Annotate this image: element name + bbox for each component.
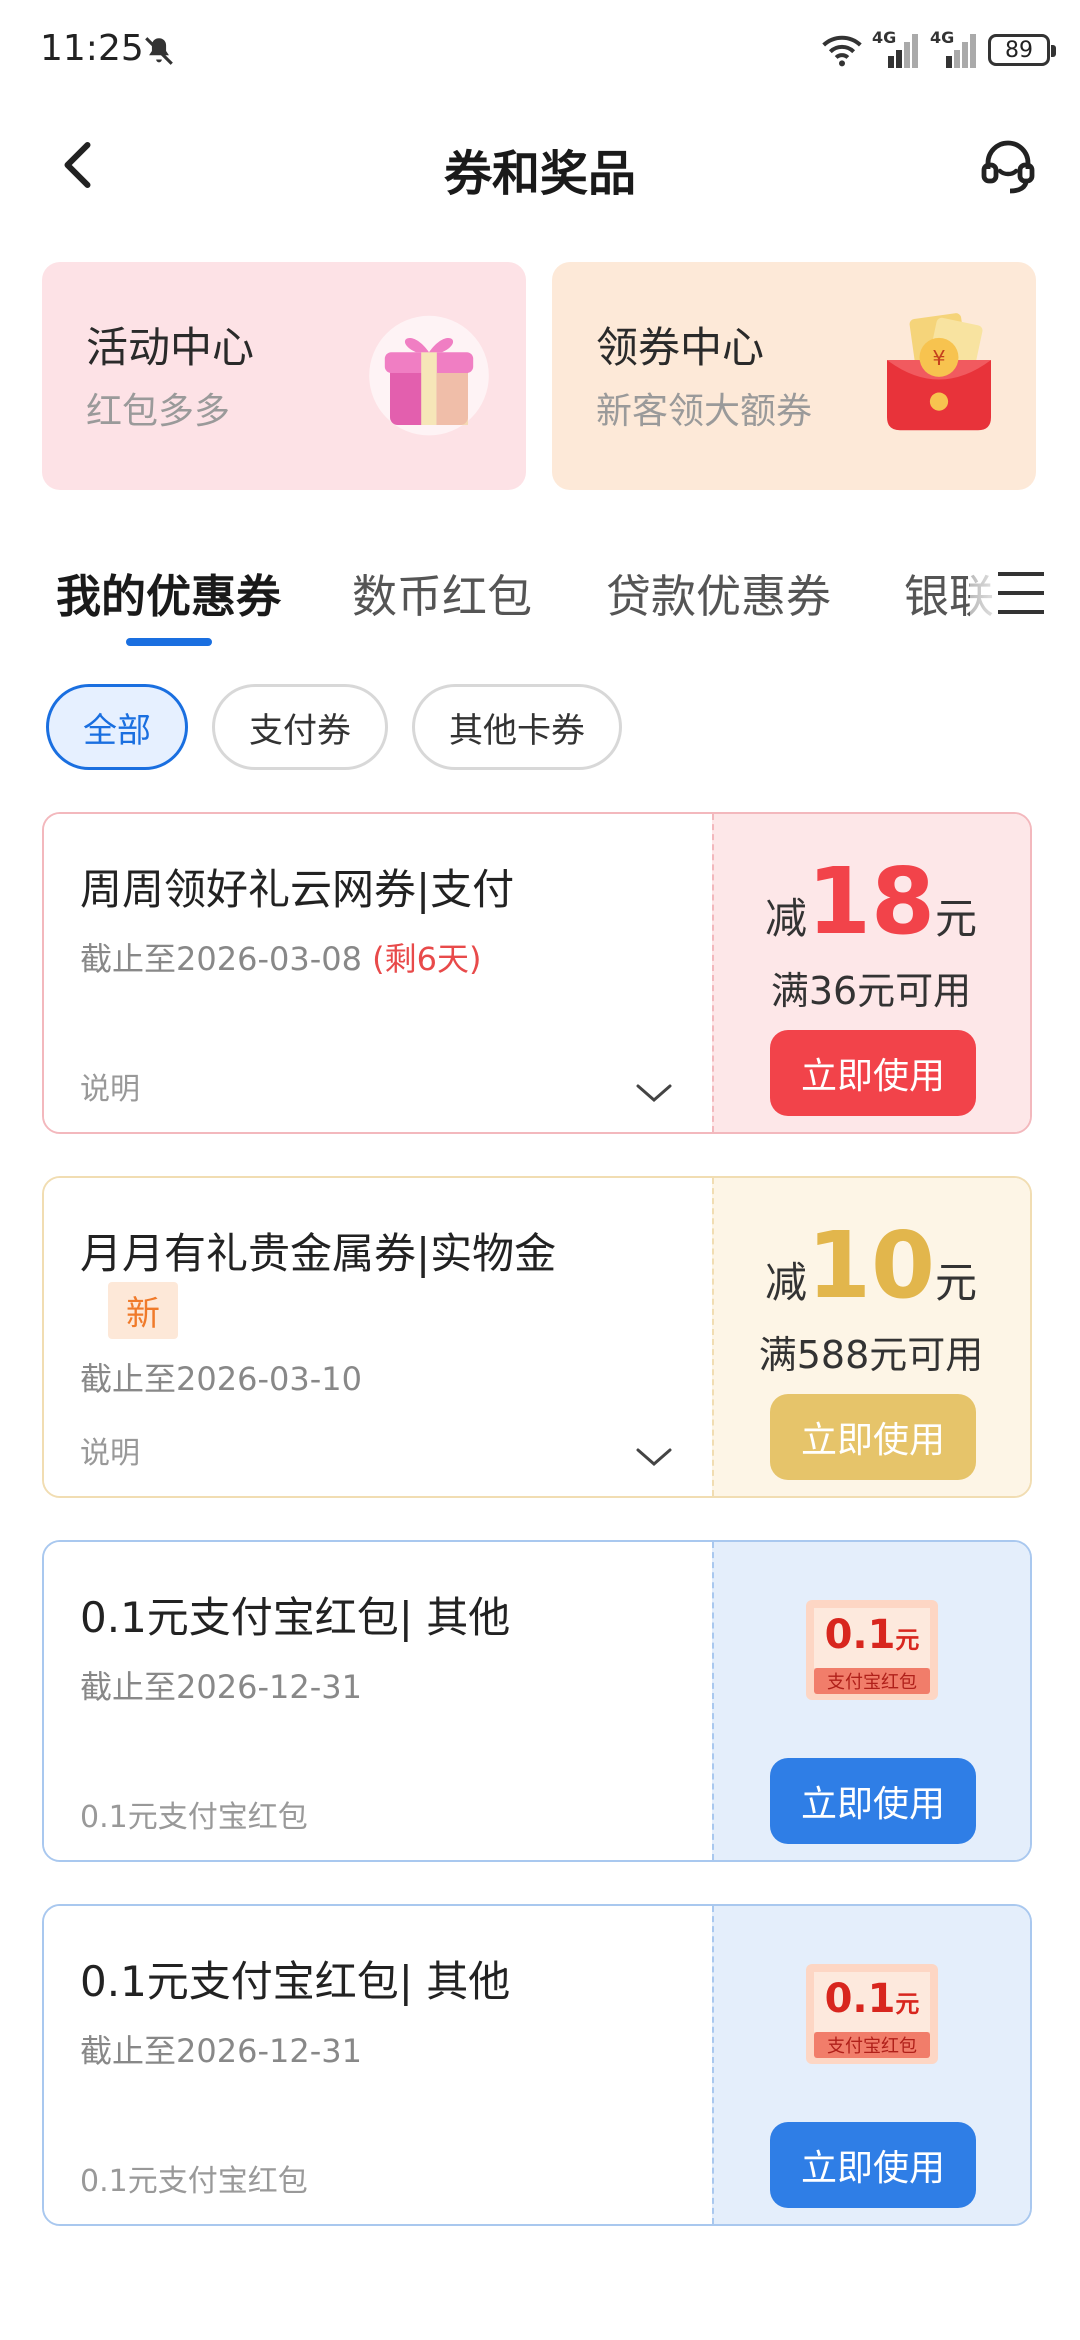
red-packet-label: 支付宝红包: [827, 1672, 917, 1693]
filter-other-card-coupons[interactable]: 其他卡券: [412, 684, 622, 770]
coupon-value-panel: 减18元 满36元可用 立即使用: [712, 814, 1030, 1132]
active-tab-indicator: [126, 638, 212, 646]
coupon-divider: [712, 814, 714, 1132]
red-packet-value: 0.1: [824, 1976, 896, 2022]
filter-payment-coupons[interactable]: 支付券: [212, 684, 388, 770]
coupon-title: 0.1元支付宝红包| 其他: [80, 1957, 511, 2006]
coupon-expiry-date: 截止至2026-03-10: [80, 1360, 362, 1398]
coupon-description: 0.1元支付宝红包: [80, 1800, 308, 1835]
activity-center-card[interactable]: 活动中心 红包多多: [42, 262, 526, 490]
coupon-title: 月月有礼贵金属券|实物金: [80, 1229, 557, 1278]
use-now-button[interactable]: 立即使用: [770, 1394, 976, 1480]
red-packet-unit: 元: [895, 1990, 920, 2018]
activity-center-title: 活动中心: [86, 323, 255, 372]
coupon-value-panel: 0.1元 支付宝红包 立即使用: [712, 1542, 1030, 1860]
customer-service-icon[interactable]: [976, 135, 1040, 199]
battery-icon: 89: [988, 34, 1056, 66]
chevron-down-icon[interactable]: [634, 1080, 674, 1106]
alipay-red-packet-badge: 0.1元 支付宝红包: [804, 1962, 940, 2066]
coupon-card[interactable]: 0.1元支付宝红包| 其他 截止至2026-12-31 0.1元支付宝红包 0.…: [42, 1904, 1032, 2226]
svg-text:¥: ¥: [932, 346, 945, 370]
battery-level: 89: [1005, 37, 1033, 63]
coupon-description-label[interactable]: 说明: [80, 1428, 140, 1472]
chevron-down-icon[interactable]: [634, 1444, 674, 1470]
filter-chips: 全部 支付券 其他卡券: [46, 684, 622, 770]
new-badge: 新: [108, 1282, 178, 1339]
tab-my-coupons[interactable]: 我的优惠券: [56, 560, 281, 625]
coupon-title: 周周领好礼云网券|支付: [80, 865, 515, 914]
cellular-signal-icon: 4G: [872, 28, 920, 68]
coupon-expiry-date: 截止至2026-03-08: [80, 940, 362, 978]
coupon-amount-prefix: 减: [764, 894, 807, 943]
coupon-expiry-date: 截止至2026-12-31: [80, 2032, 362, 2070]
coupon-condition: 满588元可用: [758, 1333, 984, 1377]
use-now-button[interactable]: 立即使用: [770, 1758, 976, 1844]
page-title: 券和奖品: [443, 146, 636, 202]
red-packet-unit: 元: [895, 1626, 920, 1654]
coupon-amount-value: 10: [806, 1212, 936, 1319]
gift-box-icon: [369, 315, 489, 436]
tab-menu-overlay: [970, 554, 1080, 634]
coupon-amount-unit: 元: [935, 894, 978, 943]
coupon-amount-prefix: 减: [764, 1258, 807, 1307]
coupon-card[interactable]: 周周领好礼云网券|支付 截止至2026-03-08 (剩6天) 说明 减18元 …: [42, 812, 1032, 1134]
coupon-amount-value: 18: [806, 848, 936, 955]
red-packet-label: 支付宝红包: [827, 2036, 917, 2057]
coupon-condition: 满36元可用: [770, 969, 972, 1013]
coupon-center-card[interactable]: 领券中心 新客领大额券 ¥: [552, 262, 1036, 490]
coupon-description-label[interactable]: 说明: [80, 1064, 140, 1108]
app-header: 券和奖品: [0, 110, 1080, 220]
coupon-info: 0.1元支付宝红包| 其他 截止至2026-12-31 0.1元支付宝红包: [44, 1906, 712, 2224]
tab-loan-coupons[interactable]: 贷款优惠券: [606, 560, 831, 625]
coupon-divider: [712, 1906, 714, 2224]
coupon-expiry-date: 截止至2026-12-31: [80, 1668, 362, 1706]
wifi-icon: [822, 35, 862, 67]
coupon-category-tabs: 我的优惠券 数币红包 贷款优惠券 银联: [0, 554, 1080, 650]
use-now-button[interactable]: 立即使用: [770, 2122, 976, 2208]
coupon-divider: [712, 1542, 714, 1860]
activity-center-subtitle: 红包多多: [86, 391, 231, 432]
coupon-amount-unit: 元: [935, 1258, 978, 1307]
coupon-info: 0.1元支付宝红包| 其他 截止至2026-12-31 0.1元支付宝红包: [44, 1542, 712, 1860]
menu-icon[interactable]: [996, 570, 1046, 616]
coupon-divider: [712, 1178, 714, 1496]
coupon-center-subtitle: 新客领大额券: [596, 391, 813, 432]
red-packet-amount: 0.1元: [804, 1976, 940, 2022]
use-now-button[interactable]: 立即使用: [770, 1030, 976, 1116]
mute-icon: [145, 37, 173, 65]
cellular-signal-icon-2: 4G: [930, 28, 978, 68]
coupon-card[interactable]: 0.1元支付宝红包| 其他 截止至2026-12-31 0.1元支付宝红包 0.…: [42, 1540, 1032, 1862]
red-packet-amount: 0.1元: [804, 1612, 940, 1658]
red-envelope-icon: ¥: [887, 313, 991, 431]
filter-all[interactable]: 全部: [46, 684, 188, 770]
coupon-value-panel: 减10元 满588元可用 立即使用: [712, 1178, 1030, 1496]
coupon-title: 0.1元支付宝红包| 其他: [80, 1593, 511, 1642]
coupon-days-remaining: (剩6天): [372, 940, 482, 978]
coupon-amount: 减18元: [712, 848, 1030, 955]
coupon-expiry: 截止至2026-03-08 (剩6天): [80, 934, 482, 980]
status-time: 11:25: [40, 28, 144, 69]
red-packet-value: 0.1: [824, 1612, 896, 1658]
coupon-card[interactable]: 月月有礼贵金属券|实物金 新 截止至2026-03-10 说明 减10元 满58…: [42, 1176, 1032, 1498]
alipay-red-packet-badge: 0.1元 支付宝红包: [804, 1598, 940, 1702]
coupon-value-panel: 0.1元 支付宝红包 立即使用: [712, 1906, 1030, 2224]
coupon-info: 月月有礼贵金属券|实物金 新 截止至2026-03-10 说明: [44, 1178, 712, 1496]
coupon-amount: 减10元: [712, 1212, 1030, 1319]
coupon-center-title: 领券中心: [596, 323, 765, 372]
coupon-info: 周周领好礼云网券|支付 截止至2026-03-08 (剩6天) 说明: [44, 814, 712, 1132]
status-icons: 4G 4G 89: [822, 28, 1056, 70]
tab-digital-currency-red-packet[interactable]: 数币红包: [352, 560, 532, 625]
status-bar: 11:25 4G 4G 89: [0, 0, 1080, 100]
coupon-description: 0.1元支付宝红包: [80, 2164, 308, 2199]
